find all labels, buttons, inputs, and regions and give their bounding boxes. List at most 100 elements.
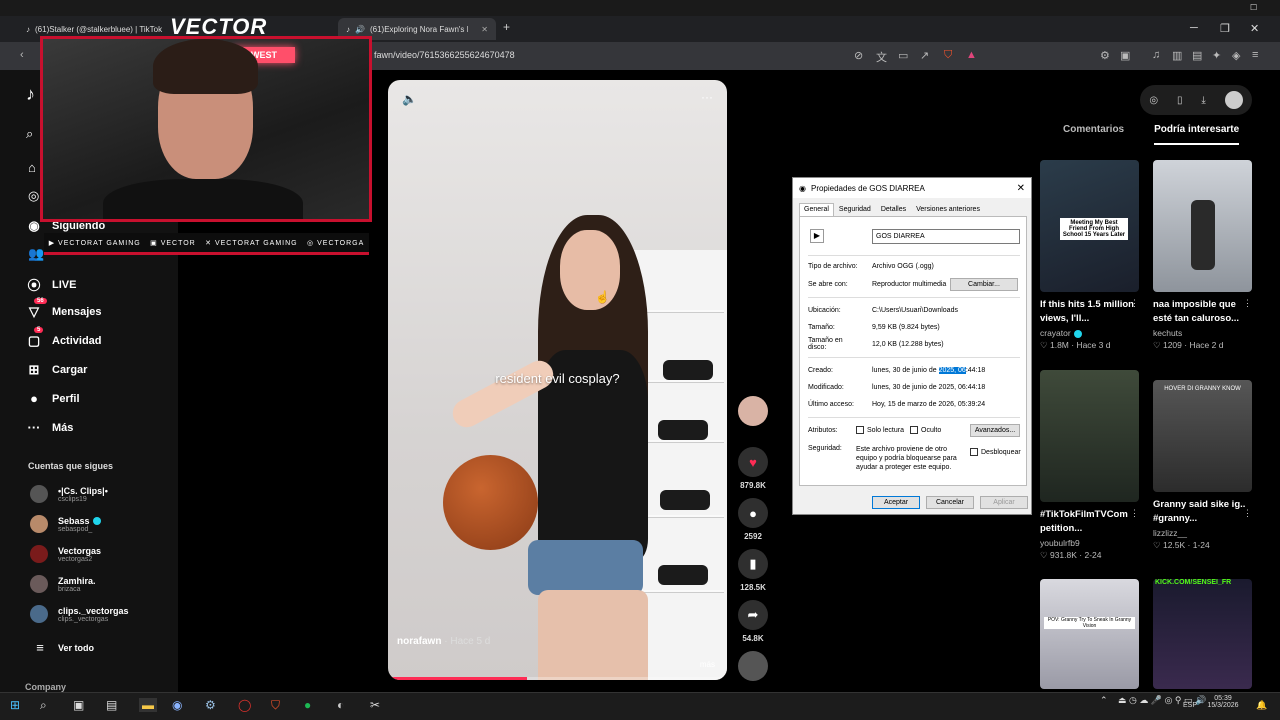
new-tab-button[interactable]: + [503,20,510,34]
user-avatar[interactable] [1224,91,1243,109]
volume-icon[interactable]: 🔈 [402,92,417,106]
start-icon[interactable]: ⊞ [10,698,20,712]
video-player[interactable]: 🔈 ··· resident evil cosplay? norafawn · … [388,80,727,680]
sidebar-toggle-icon[interactable]: ▥ [1172,49,1182,62]
search-icon[interactable]: ⌕ [40,698,47,713]
language-indicator[interactable]: ESP [1183,702,1197,709]
tab-previous-versions[interactable]: Versiones anteriores [911,203,985,216]
explore-icon[interactable]: ◎ [28,188,39,204]
friends-icon[interactable]: 👥 [28,246,44,262]
suggested-video-card[interactable]: KICK.COM/SENSEI_FR [1153,579,1252,689]
creator-avatar[interactable] [735,396,771,426]
suggested-video-card[interactable]: naa imposible que esté tan caluroso... k… [1153,160,1252,351]
compass-icon[interactable]: ◎ [1149,95,1158,106]
task-view-icon[interactable]: ▣ [73,698,84,712]
change-button[interactable]: Cambiar... [950,278,1018,291]
nav-profile[interactable]: ● Perfil [26,391,79,406]
mute-site-icon[interactable]: ⊘ [854,49,863,62]
leo-icon[interactable]: ✦ [1212,49,1221,62]
apply-button[interactable]: Aplicar [980,496,1028,509]
card-menu-icon[interactable]: ⋮ [1130,298,1139,309]
maximize-icon[interactable]: ❐ [1220,22,1230,35]
advanced-button[interactable]: Avanzados... [970,424,1020,437]
nav-live[interactable]: ⦿ LIVE [26,275,76,294]
tab-comments[interactable]: Comentarios [1063,124,1124,145]
suggested-video-card[interactable]: HOVER DI GRANNY KNOW Granny said sike ig… [1153,380,1252,551]
nav-activity[interactable]: ▢ 5 Actividad [26,327,102,349]
discord-icon[interactable]: ◉ [172,698,182,712]
card-menu-icon[interactable]: ⋮ [1130,508,1139,519]
bookmarks-icon[interactable]: ▤ [1192,49,1202,62]
obs-icon[interactable]: ◐ [337,698,344,712]
back-icon[interactable]: ‹ [20,49,24,61]
translate-icon[interactable]: 文 [876,49,887,65]
nav-more[interactable]: ··· Más [26,420,74,435]
more-options-icon[interactable]: ··· [701,90,713,104]
vpn-icon[interactable]: ◈ [1232,49,1240,62]
save-button[interactable]: ▮ 128.5K [735,549,771,592]
minimize-icon[interactable]: ─ [1190,22,1198,34]
company-link[interactable]: Company [25,682,66,692]
steam-icon[interactable]: ⚙ [205,698,216,712]
brave-icon[interactable]: ⛉ [271,698,280,713]
tab-suggested[interactable]: Podría interesarte [1154,124,1240,145]
home-icon[interactable]: ⌂ [28,160,36,175]
account-item[interactable]: •|Cs. Clips|• csclips19 [30,485,108,503]
url-text[interactable]: fawn/video/7615366255624670478 [374,50,515,60]
download-icon[interactable]: ⤓ [1201,95,1205,106]
filename-input[interactable]: GOS DIARREA [872,229,1020,244]
card-menu-icon[interactable]: ⋮ [1243,298,1252,309]
account-item[interactable]: Vectorgas vectorgas2 [30,545,101,563]
share-button[interactable]: ➦ 54.8K [735,600,771,643]
unblock-checkbox[interactable]: Desbloquear [970,448,1021,456]
brave-shield-icon[interactable]: ⛉ [944,49,952,62]
tab-general[interactable]: General [799,203,834,216]
cancel-button[interactable]: Cancelar [926,496,974,509]
more-caption-link[interactable]: más [700,660,715,669]
account-name: clips._vectorgas [58,605,129,616]
device-icon[interactable]: ▯ [1177,95,1183,106]
video-author[interactable]: norafawn · Hace 5 d [397,636,490,647]
close-tab-icon[interactable]: ✕ [481,25,488,34]
account-item[interactable]: Sebass sebaspod_ [30,515,101,533]
ok-button[interactable]: Aceptar [872,496,920,509]
share-icon[interactable]: ↗ [920,49,929,62]
file-explorer-icon[interactable]: ▬ [139,698,157,712]
comment-button[interactable]: ● 2592 [735,498,771,541]
account-item[interactable]: clips._vectorgas clips._vectorgas [30,605,129,623]
search-icon[interactable]: ⌕ [26,126,33,142]
reader-icon[interactable]: ▭ [898,49,908,62]
created-value[interactable]: lunes, 30 de junio de 2025, 06:44:18 [872,367,985,374]
nav-upload[interactable]: ⊞ Cargar [26,362,88,378]
notifications-icon[interactable]: 🔔 [1256,700,1267,711]
tray-arrow-icon[interactable]: ⌃ [1100,695,1108,706]
close-window-icon[interactable]: ✕ [1250,22,1259,35]
tab-security[interactable]: Seguridad [834,203,876,216]
rewards-icon[interactable]: ▲ [966,49,977,61]
nav-messages[interactable]: ▽ 56 Mensajes [26,298,102,320]
tiktok-logo-icon[interactable]: ♪ [26,84,35,105]
menu-icon[interactable]: ≡ [1252,49,1258,61]
card-menu-icon[interactable]: ⋮ [1243,508,1252,519]
account-item[interactable]: Zamhira. brizaca [30,575,96,593]
spotify-icon[interactable]: ● [304,698,311,712]
wallet-icon[interactable]: ▣ [1120,49,1130,62]
dialog-close-icon[interactable]: ✕ [1017,183,1025,194]
suggested-video-card[interactable]: #TikTokFilmTVCom petition... youbulrfb9 … [1040,370,1139,561]
extensions-icon[interactable]: ⚙ [1100,49,1110,62]
sound-disc[interactable] [735,651,771,681]
tab-details[interactable]: Detalles [876,203,911,216]
suggested-video-card[interactable]: POV: Granny Try To Sneak In Granny Visio… [1040,579,1139,689]
opera-icon[interactable]: ◯ [238,698,251,712]
music-icon[interactable]: ♫ [1152,49,1160,61]
capcut-icon[interactable]: ✂ [370,698,380,712]
readonly-checkbox[interactable]: Solo lectura [856,426,904,434]
hidden-checkbox[interactable]: Oculto [910,426,941,434]
restore-icon[interactable]: ☐ [1250,3,1257,12]
video-progress[interactable] [388,677,727,680]
see-all-link[interactable]: ≡ Ver todo [32,640,94,655]
suggested-video-card[interactable]: Meeting My Best Friend From High School … [1040,160,1139,351]
clock[interactable]: 05:39 15/3/2026 [1200,695,1246,709]
like-button[interactable]: ♥ 879.8K [735,447,771,490]
app-icon[interactable]: ▤ [106,698,117,712]
